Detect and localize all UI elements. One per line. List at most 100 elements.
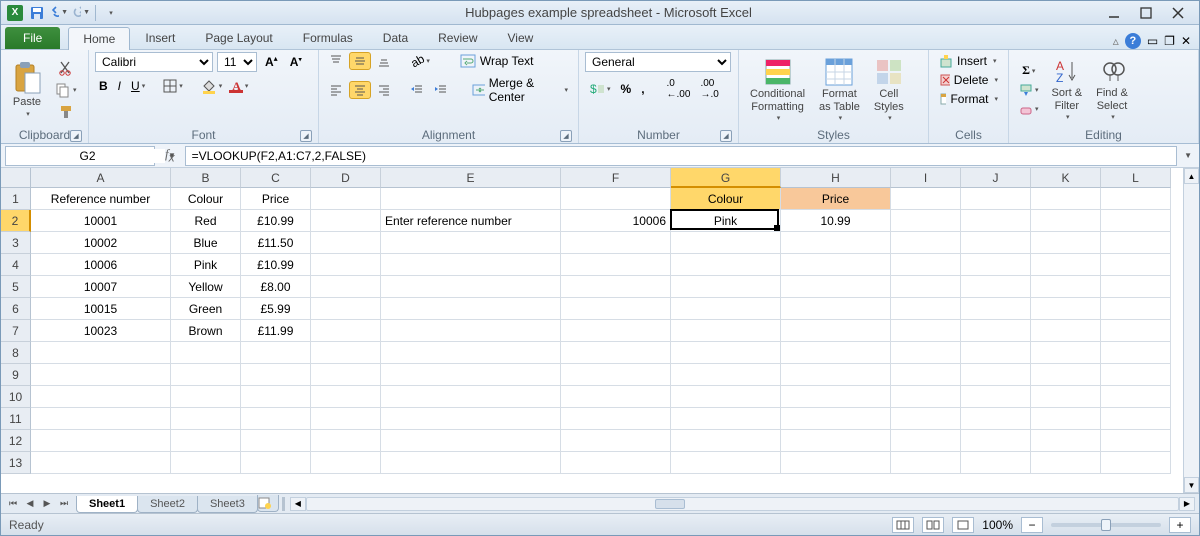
cell-C7[interactable]: £11.99 [241, 320, 311, 342]
cell-A5[interactable]: 10007 [31, 276, 171, 298]
fx-icon[interactable]: fx [159, 146, 181, 165]
minimize-button[interactable] [1103, 4, 1125, 22]
cell-G2[interactable]: Pink [671, 210, 781, 232]
new-sheet-button[interactable] [257, 495, 279, 512]
border-button[interactable]: ▾ [159, 77, 187, 95]
cell-D13[interactable] [311, 452, 381, 474]
cell-D4[interactable] [311, 254, 381, 276]
cell-I8[interactable] [891, 342, 961, 364]
cell-C1[interactable]: Price [241, 188, 311, 210]
tab-view[interactable]: View [493, 26, 549, 49]
cell-L8[interactable] [1101, 342, 1171, 364]
cell-C8[interactable] [241, 342, 311, 364]
cell-G3[interactable] [671, 232, 781, 254]
column-header-C[interactable]: C [241, 168, 311, 188]
clipboard-launcher[interactable]: ◢ [70, 130, 82, 142]
cell-I11[interactable] [891, 408, 961, 430]
italic-button[interactable]: I [114, 77, 125, 95]
row-header-11[interactable]: 11 [1, 408, 31, 430]
cell-C4[interactable]: £10.99 [241, 254, 311, 276]
cell-E5[interactable] [381, 276, 561, 298]
zoom-level[interactable]: 100% [982, 518, 1013, 532]
cell-J4[interactable] [961, 254, 1031, 276]
cell-C6[interactable]: £5.99 [241, 298, 311, 320]
cell-L12[interactable] [1101, 430, 1171, 452]
increase-indent-button[interactable] [430, 81, 452, 99]
increase-decimal-button[interactable]: .0←.00 [663, 76, 695, 102]
view-page-layout-button[interactable] [922, 517, 944, 533]
cell-B2[interactable]: Red [171, 210, 241, 232]
cell-H5[interactable] [781, 276, 891, 298]
font-size-select[interactable]: 11 [217, 52, 257, 72]
cell-F9[interactable] [561, 364, 671, 386]
cell-B9[interactable] [171, 364, 241, 386]
cell-F6[interactable] [561, 298, 671, 320]
decrease-font-button[interactable]: A▾ [286, 53, 306, 71]
cell-G10[interactable] [671, 386, 781, 408]
cell-B7[interactable]: Brown [171, 320, 241, 342]
cell-E3[interactable] [381, 232, 561, 254]
horizontal-scrollbar[interactable]: ◀ ▶ [278, 497, 1199, 511]
column-header-B[interactable]: B [171, 168, 241, 188]
cell-G4[interactable] [671, 254, 781, 276]
ribbon-minimize-button[interactable]: ▵ [1113, 34, 1119, 48]
cell-D6[interactable] [311, 298, 381, 320]
zoom-thumb[interactable] [1101, 519, 1111, 531]
cell-E13[interactable] [381, 452, 561, 474]
sheet-nav-first[interactable]: ⏮ [5, 496, 21, 512]
number-format-select[interactable]: General [585, 52, 731, 72]
cell-J1[interactable] [961, 188, 1031, 210]
cell-B8[interactable] [171, 342, 241, 364]
cell-G13[interactable] [671, 452, 781, 474]
cell-H9[interactable] [781, 364, 891, 386]
cell-G8[interactable] [671, 342, 781, 364]
cell-A1[interactable]: Reference number [31, 188, 171, 210]
copy-button[interactable]: ▾ [51, 80, 81, 100]
row-header-12[interactable]: 12 [1, 430, 31, 452]
sheet-nav-prev[interactable]: ◀ [22, 496, 38, 512]
wrap-text-button[interactable]: Wrap Text [456, 52, 538, 70]
cell-I10[interactable] [891, 386, 961, 408]
cell-E8[interactable] [381, 342, 561, 364]
cell-C2[interactable]: £10.99 [241, 210, 311, 232]
cell-I9[interactable] [891, 364, 961, 386]
cell-J6[interactable] [961, 298, 1031, 320]
cell-H2[interactable]: 10.99 [781, 210, 891, 232]
cell-I1[interactable] [891, 188, 961, 210]
cell-F3[interactable] [561, 232, 671, 254]
comma-button[interactable]: , [637, 80, 648, 98]
sheet-nav-last[interactable]: ⏭ [56, 496, 72, 512]
row-header-3[interactable]: 3 [1, 232, 31, 254]
cell-A9[interactable] [31, 364, 171, 386]
cell-B4[interactable]: Pink [171, 254, 241, 276]
column-header-H[interactable]: H [781, 168, 891, 188]
mdi-close-button[interactable]: ✕ [1181, 34, 1191, 48]
cell-G5[interactable] [671, 276, 781, 298]
cell-K9[interactable] [1031, 364, 1101, 386]
cell-K10[interactable] [1031, 386, 1101, 408]
cell-H4[interactable] [781, 254, 891, 276]
cell-E2[interactable]: Enter reference number [381, 210, 561, 232]
cell-E1[interactable] [381, 188, 561, 210]
align-bottom-button[interactable] [373, 52, 395, 70]
cell-D9[interactable] [311, 364, 381, 386]
cell-J13[interactable] [961, 452, 1031, 474]
fill-button[interactable]: ▾ [1015, 81, 1043, 99]
cell-H12[interactable] [781, 430, 891, 452]
cell-C5[interactable]: £8.00 [241, 276, 311, 298]
cell-B6[interactable]: Green [171, 298, 241, 320]
cell-A2[interactable]: 10001 [31, 210, 171, 232]
cell-E9[interactable] [381, 364, 561, 386]
cell-D11[interactable] [311, 408, 381, 430]
cell-L13[interactable] [1101, 452, 1171, 474]
scroll-left-button[interactable]: ◀ [290, 497, 306, 511]
column-header-G[interactable]: G [671, 168, 781, 188]
format-cells-button[interactable]: Format▾ [935, 90, 1002, 108]
cell-H1[interactable]: Price [781, 188, 891, 210]
cell-K1[interactable] [1031, 188, 1101, 210]
format-as-table-button[interactable]: Format as Table▾ [814, 54, 865, 124]
cell-K13[interactable] [1031, 452, 1101, 474]
row-header-5[interactable]: 5 [1, 276, 31, 298]
formula-expand-button[interactable]: ▼ [1181, 151, 1195, 160]
cell-L4[interactable] [1101, 254, 1171, 276]
